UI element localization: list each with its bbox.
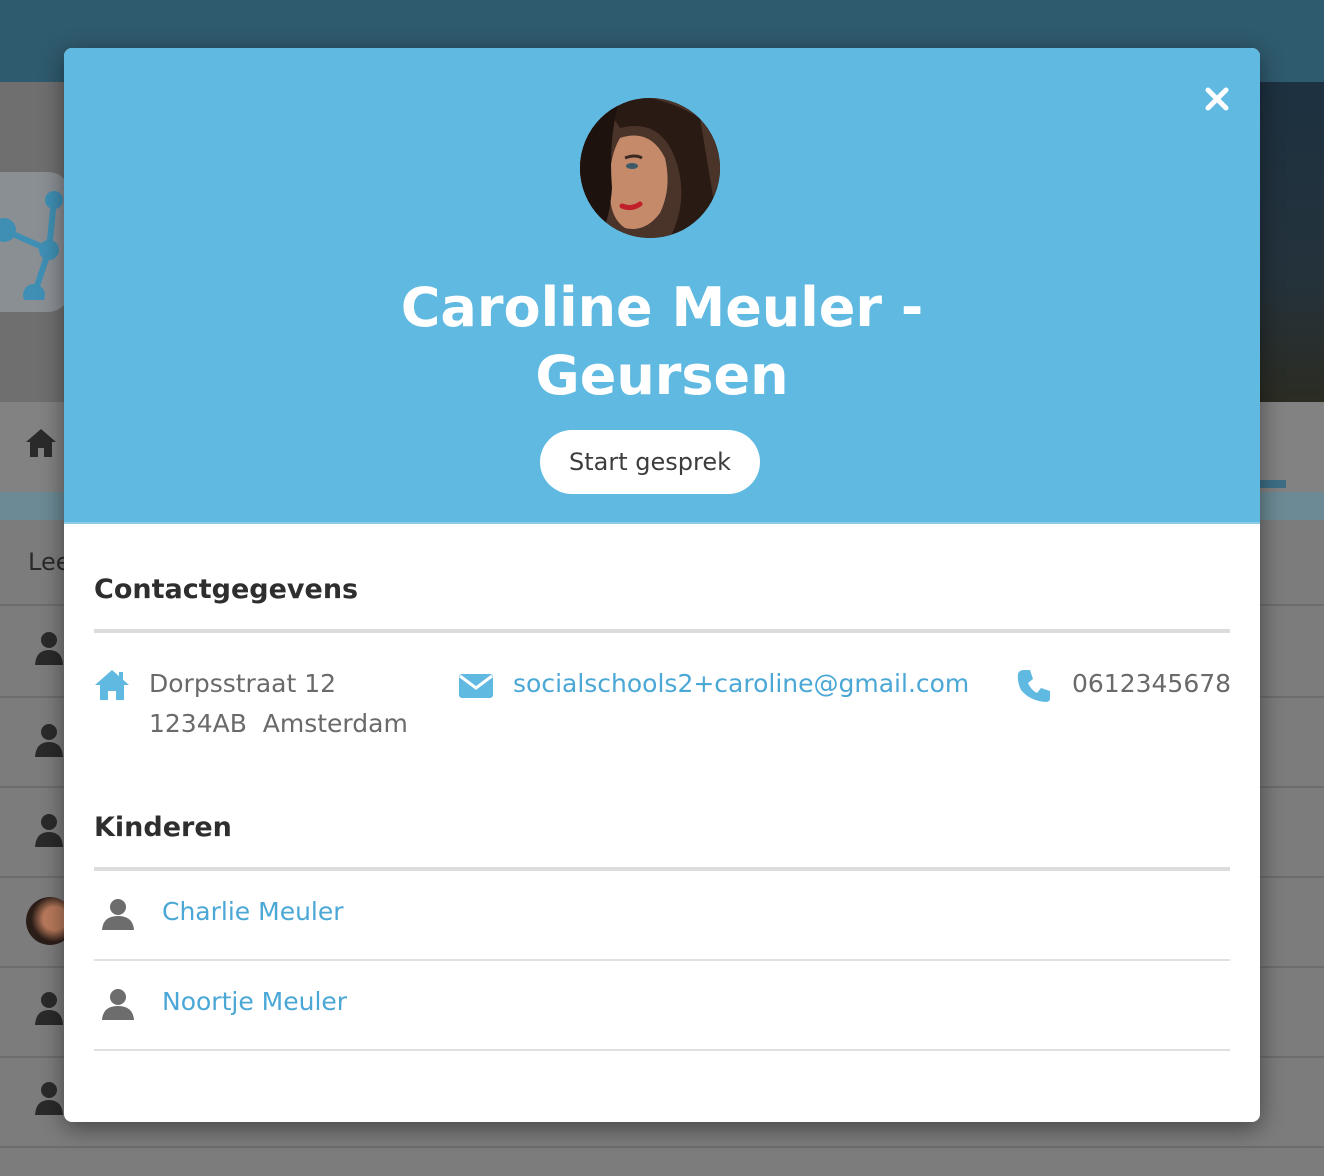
child-name-link[interactable]: Noortje Meuler xyxy=(162,987,347,1016)
contact-section-title: Contactgegevens xyxy=(94,574,359,605)
start-conversation-button[interactable]: Start gesprek xyxy=(540,430,760,494)
children-section-title: Kinderen xyxy=(94,812,232,843)
phone-number: 0612345678 xyxy=(1072,669,1232,698)
child-list-item[interactable]: Charlie Meuler xyxy=(94,871,1230,961)
child-name-link[interactable]: Charlie Meuler xyxy=(162,897,344,926)
user-icon xyxy=(102,989,134,1020)
background-user-icon xyxy=(35,1082,63,1115)
background-home-icon xyxy=(26,429,56,457)
address-block: Dorpsstraat 12 1234AB Amsterdam xyxy=(149,664,408,744)
profile-modal: Caroline Meuler - Geursen Start gesprek … xyxy=(64,48,1260,1122)
close-icon[interactable] xyxy=(1204,86,1230,112)
profile-name: Caroline Meuler - Geursen xyxy=(312,274,1012,410)
background-user-icon xyxy=(35,992,63,1025)
user-photo-icon xyxy=(580,98,720,238)
background-user-icon xyxy=(35,724,63,757)
address-line1: Dorpsstraat 12 xyxy=(149,669,337,698)
child-list-item[interactable]: Noortje Meuler xyxy=(94,961,1230,1051)
contact-section-divider xyxy=(94,629,1230,633)
profile-header: Caroline Meuler - Geursen Start gesprek xyxy=(64,48,1260,524)
address-line2: 1234AB Amsterdam xyxy=(149,709,408,738)
background-user-icon xyxy=(35,814,63,847)
profile-avatar xyxy=(580,98,720,238)
email-link[interactable]: socialschools2+caroline@gmail.com xyxy=(513,664,969,704)
background-school-logo xyxy=(0,172,70,312)
background-row-divider xyxy=(0,1146,1324,1148)
network-logo-icon xyxy=(0,191,63,300)
home-icon xyxy=(95,670,129,700)
profile-name-line2: Geursen xyxy=(535,344,789,407)
phone-icon xyxy=(1017,670,1050,702)
envelope-icon xyxy=(459,674,493,698)
profile-name-line1: Caroline Meuler - xyxy=(400,276,924,339)
user-icon xyxy=(102,899,134,930)
background-user-icon xyxy=(35,632,63,665)
